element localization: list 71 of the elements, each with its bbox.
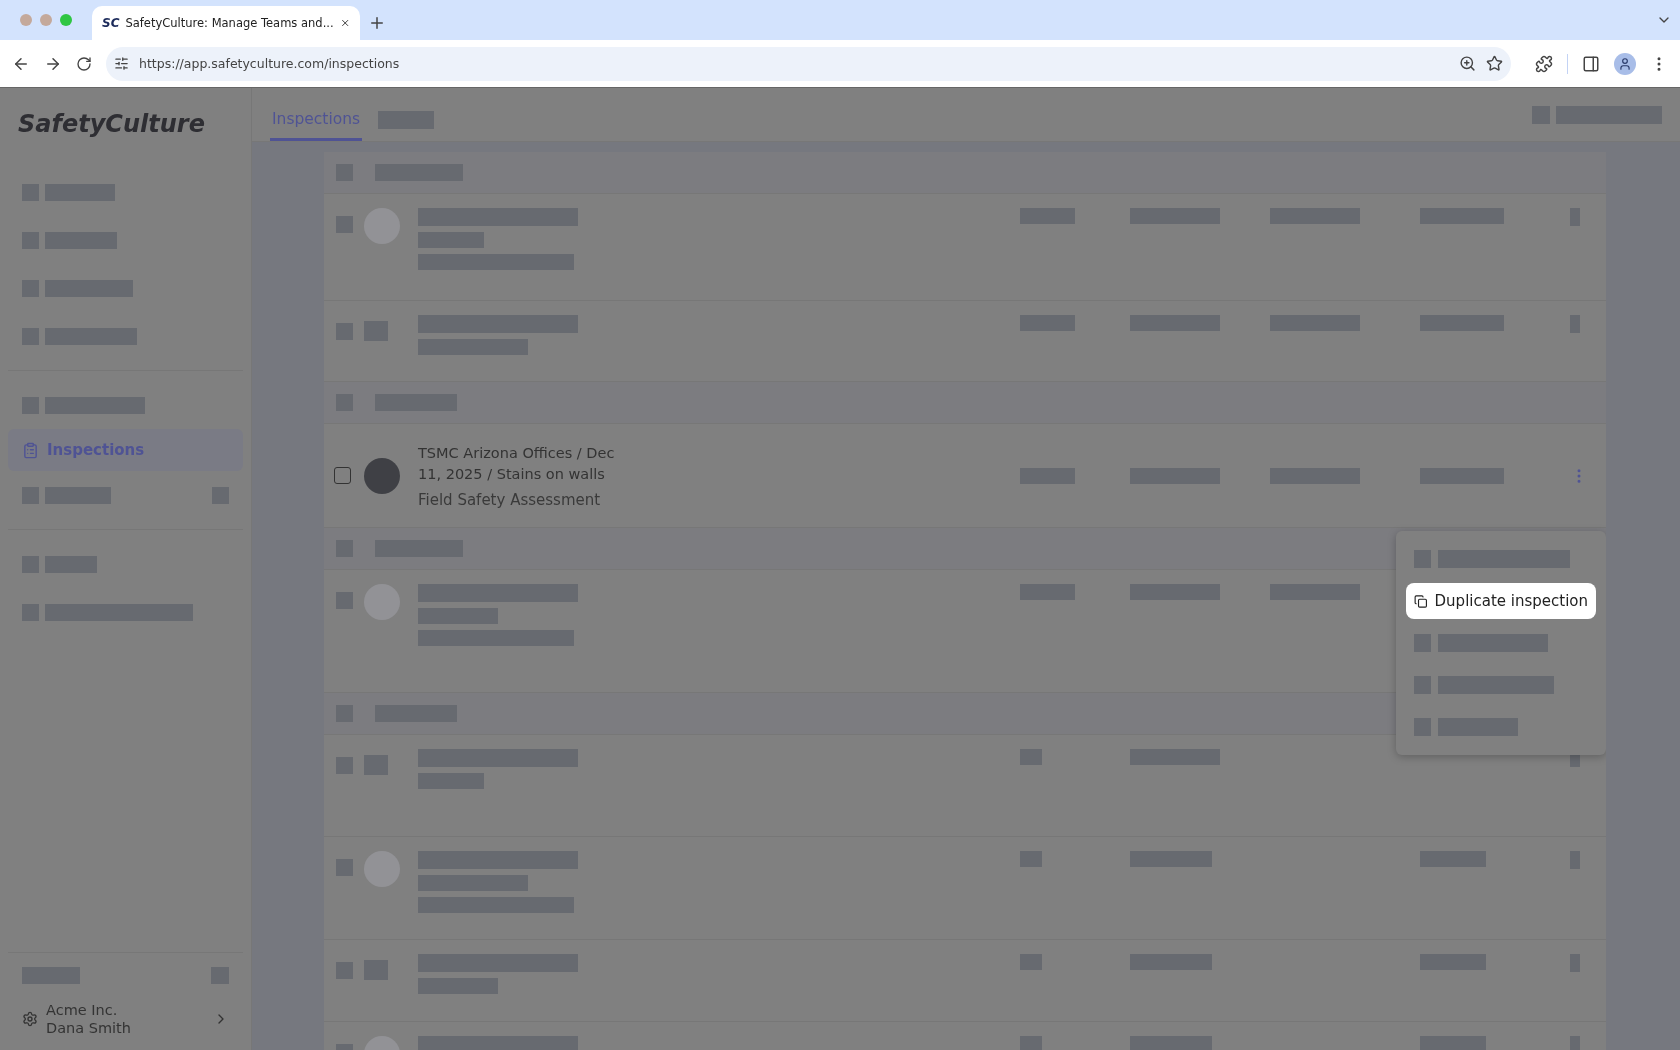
- skeleton-bar: [1420, 851, 1486, 867]
- skeleton-bar: [1420, 1036, 1486, 1050]
- skeleton-bar: [22, 486, 39, 504]
- template-name: Field Safety Assessment: [418, 490, 602, 509]
- copy-icon: [1414, 593, 1428, 609]
- skeleton-bar: [1020, 954, 1042, 970]
- clipboard-icon: [22, 441, 39, 459]
- zoom-icon[interactable]: [1459, 55, 1476, 72]
- skeleton-bar: [22, 327, 39, 345]
- account-switcher[interactable]: Acme Inc. Dana Smith: [14, 1002, 237, 1036]
- skeleton-bar: [211, 967, 229, 984]
- skeleton-bar: [1020, 208, 1075, 224]
- skeleton-bar: [1414, 676, 1431, 694]
- skeleton-bar: [418, 773, 484, 789]
- profile-avatar[interactable]: [1614, 52, 1636, 75]
- skeleton-bar: [364, 321, 388, 341]
- skeleton-bar: [1020, 1036, 1042, 1050]
- skeleton-bar: [336, 962, 353, 979]
- reload-icon[interactable]: [76, 55, 92, 72]
- skeleton-bar: [1420, 954, 1486, 970]
- skeleton-bar: [336, 859, 353, 876]
- skeleton-bar: [212, 486, 229, 504]
- skeleton-bar: [22, 231, 39, 249]
- photo-placeholder: [364, 457, 400, 494]
- settings-icon: [22, 1011, 38, 1027]
- skeleton-bar: [45, 183, 115, 201]
- safetyculture-logo: SafetyCulture: [17, 110, 206, 140]
- skeleton-bar: [378, 111, 435, 129]
- bookmark-icon[interactable]: [1486, 55, 1503, 72]
- skeleton-bar: [1570, 1036, 1580, 1050]
- menu-item[interactable]: Duplicate inspection: [1406, 583, 1596, 619]
- skeleton-bar: [1414, 718, 1431, 736]
- skeleton-bar: [45, 555, 97, 573]
- skeleton-bar: [45, 486, 111, 504]
- site-logo-icon: SC: [102, 16, 120, 30]
- skeleton-bar: [336, 757, 353, 774]
- skeleton-bar: [1020, 851, 1042, 867]
- skeleton-bar: [336, 323, 353, 340]
- skeleton-bar: [1020, 315, 1075, 331]
- skeleton-bar: [22, 967, 80, 984]
- browser-tab[interactable]: SC SafetyCulture: Manage Teams and...: [92, 6, 360, 40]
- skeleton-bar: [1414, 550, 1431, 568]
- skeleton-bar: [336, 592, 353, 609]
- skeleton-bar: [1570, 315, 1580, 333]
- inspection-title[interactable]: TSMC Arizona Offices / Dec 11, 2025 / Stains on walls: [418, 442, 638, 485]
- skeleton-bar: [364, 755, 388, 775]
- skeleton-bar: [364, 960, 388, 980]
- skeleton-bar: [22, 396, 39, 414]
- user-name: Dana Smith: [46, 1020, 132, 1036]
- skeleton-bar: [336, 216, 353, 233]
- organization-name: Acme Inc.: [46, 1002, 119, 1018]
- skeleton-bar: [1020, 467, 1075, 484]
- skeleton-bar: [22, 555, 39, 573]
- skeleton-bar: [22, 603, 39, 621]
- side-panel-icon[interactable]: [1582, 54, 1600, 73]
- skeleton-bar: [1414, 634, 1431, 652]
- skeleton-bar: [1020, 584, 1075, 600]
- skeleton-bar: [22, 183, 39, 201]
- skeleton-bar: [1570, 954, 1580, 972]
- skeleton-bar: [1570, 851, 1580, 869]
- skeleton-bar: [1570, 208, 1580, 226]
- new-tab-icon[interactable]: [368, 14, 386, 32]
- extensions-icon[interactable]: [1535, 54, 1553, 73]
- site-settings-icon[interactable]: [114, 56, 129, 71]
- skeleton-bar: [22, 279, 39, 297]
- skeleton-bar: [1532, 105, 1550, 124]
- skeleton-bar: [45, 231, 117, 249]
- skeleton-bar: [1020, 749, 1042, 765]
- address-bar[interactable]: https://app.safetyculture.com/inspections: [106, 46, 1511, 81]
- skeleton-bar: [418, 232, 484, 248]
- row-checkbox[interactable]: [334, 467, 351, 484]
